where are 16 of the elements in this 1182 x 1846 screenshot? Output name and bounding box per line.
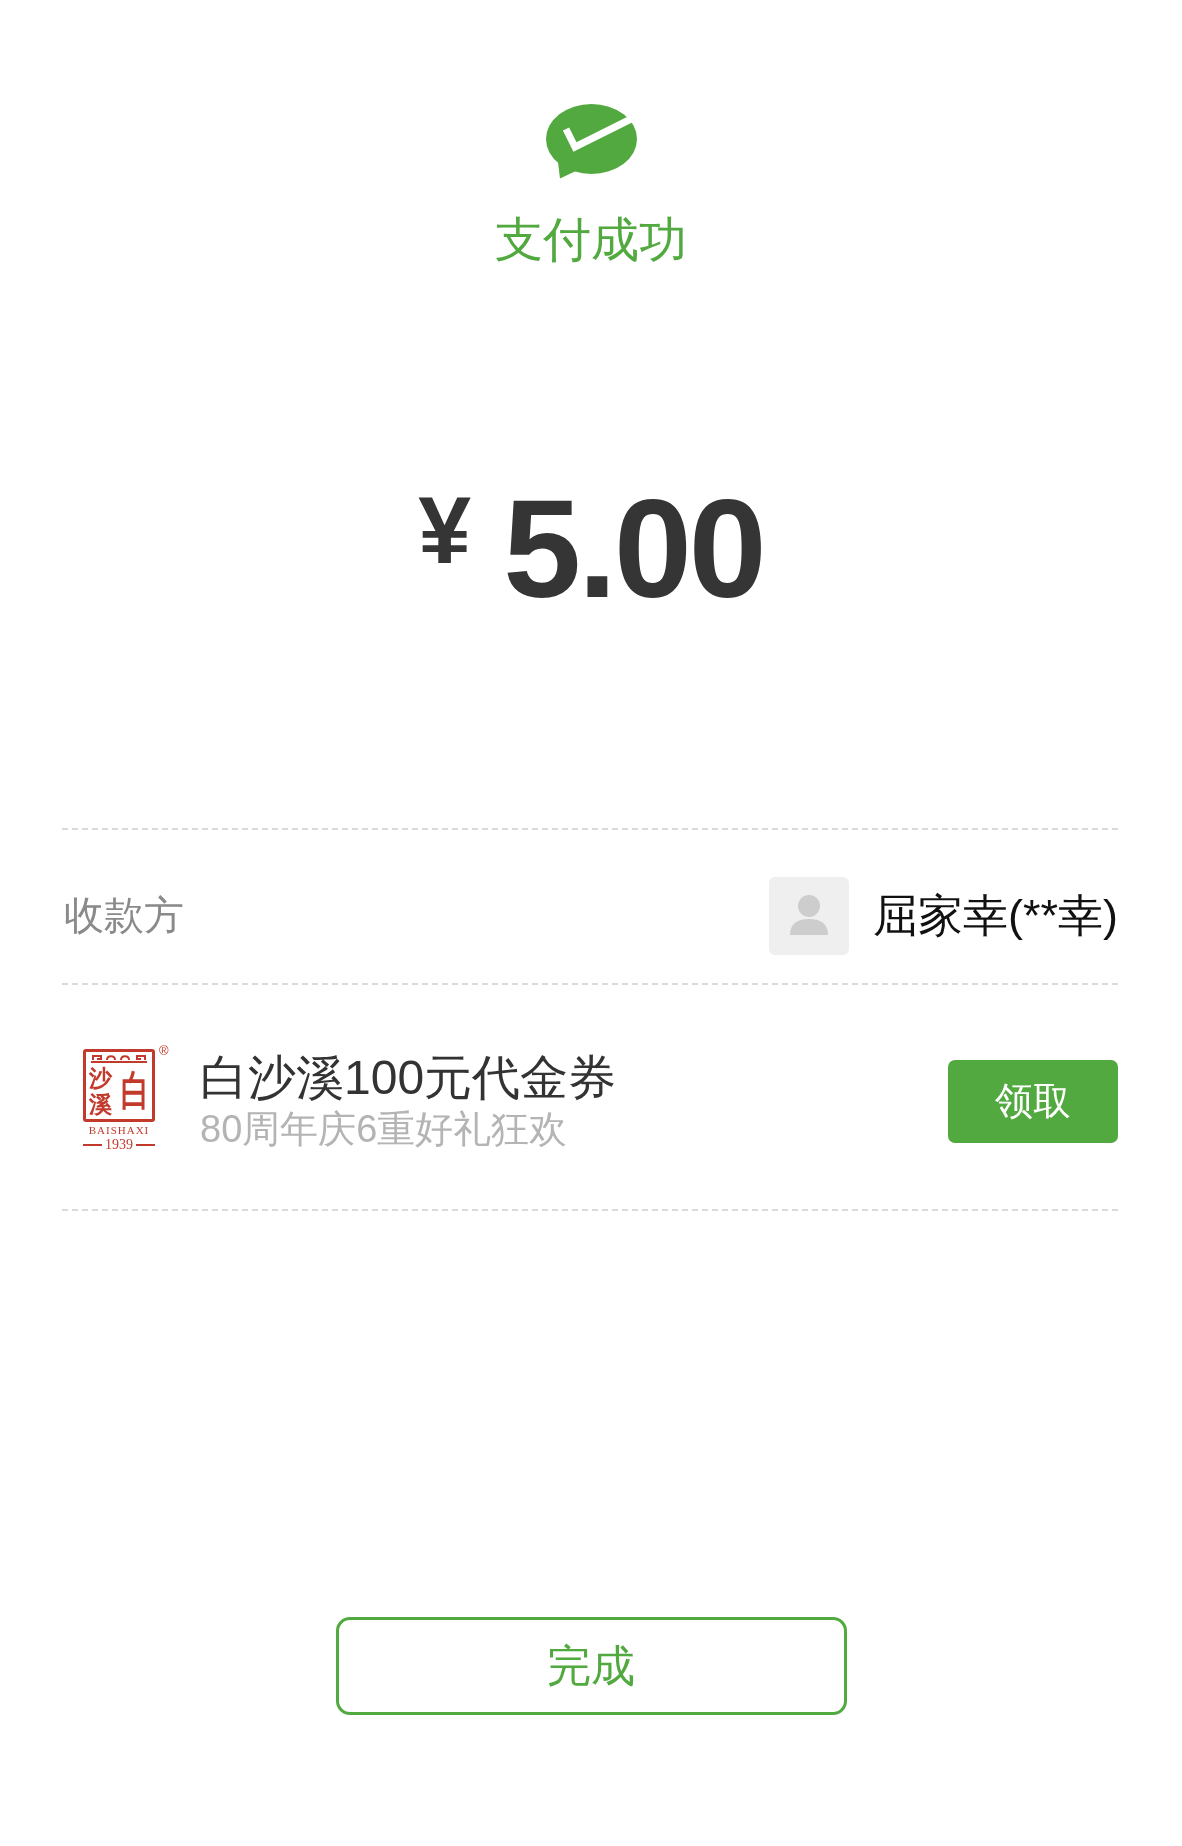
currency-symbol: ¥ bbox=[418, 483, 472, 578]
brand-romanization: BAISHAXI bbox=[87, 1124, 151, 1137]
person-silhouette-icon bbox=[769, 876, 849, 955]
claim-button[interactable]: 领取 bbox=[948, 1059, 1118, 1143]
founding-year: 1939 bbox=[105, 1137, 133, 1153]
registered-mark: ® bbox=[159, 1044, 169, 1057]
done-button[interactable]: 完成 bbox=[335, 1617, 847, 1715]
seal-characters: 沙溪 bbox=[89, 1065, 112, 1116]
coupon-subtitle: 80周年庆6重好礼狂欢 bbox=[200, 1107, 569, 1152]
coupon-title: 白沙溪100元代金券 bbox=[200, 1050, 618, 1106]
seal-character: 白 bbox=[121, 1069, 149, 1112]
status-title: 支付成功 bbox=[495, 212, 687, 268]
amount-value: 5.00 bbox=[503, 479, 764, 619]
payee-label: 收款方 bbox=[64, 892, 184, 939]
payee-name: 屈家幸(**幸) bbox=[873, 888, 1118, 943]
seal-ornament-icon bbox=[89, 1053, 149, 1064]
